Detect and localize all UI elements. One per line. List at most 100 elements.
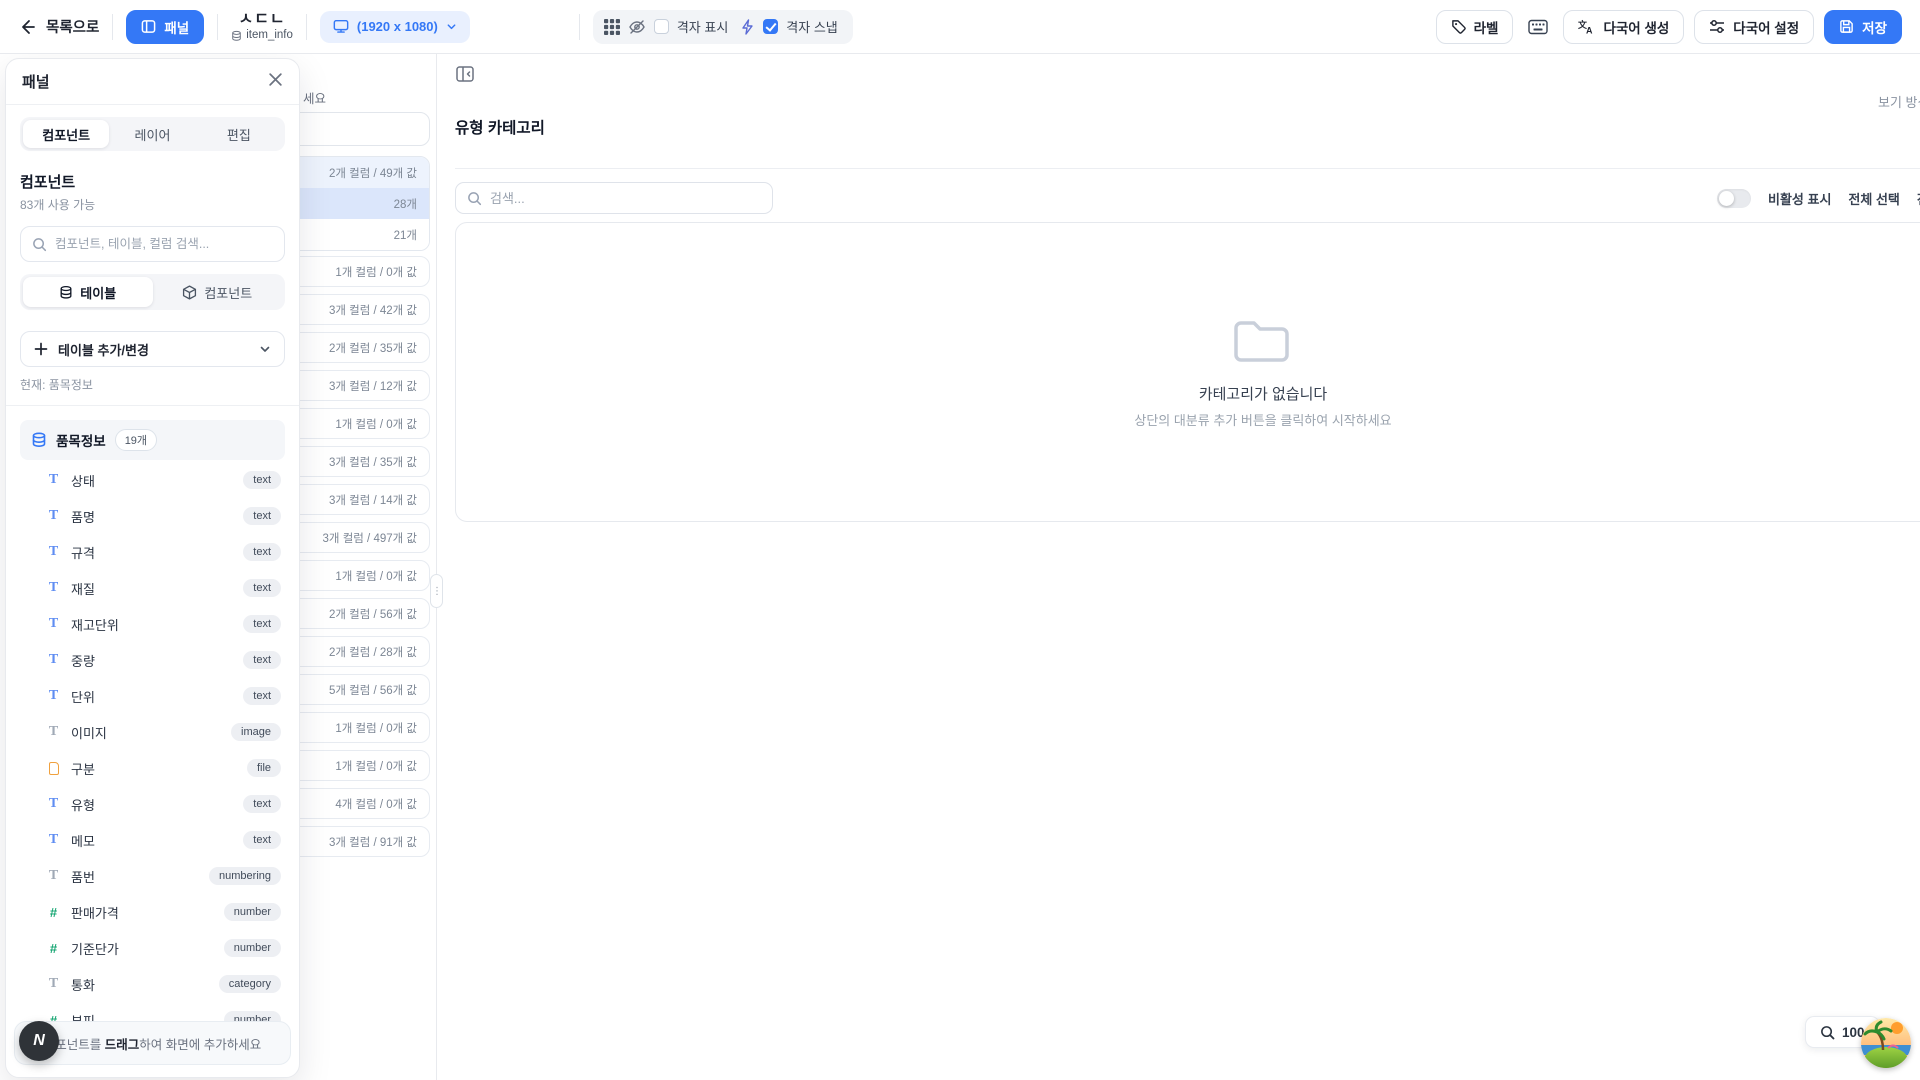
panel-tab-label: 편집	[227, 125, 251, 144]
panel-tab[interactable]: 편집	[196, 120, 282, 148]
add-table-label: 테이블 추가/변경	[58, 340, 149, 359]
close-panel-button[interactable]	[268, 72, 283, 91]
source-tab-component[interactable]: 컴포넌트	[153, 277, 283, 307]
field-label: 판매가격	[71, 903, 119, 922]
table-card-meta: 1개 컬럼 / 0개 값	[335, 264, 417, 280]
text-type-icon: T	[46, 976, 61, 992]
back-to-list-button[interactable]: 목록으로	[18, 16, 99, 37]
table-card-meta: 1개 컬럼 / 0개 값	[335, 758, 417, 774]
back-arrow-icon	[18, 18, 36, 36]
table-card-meta: 1개 컬럼 / 0개 값	[335, 720, 417, 736]
empty-state-subtitle: 상단의 대분류 추가 버튼을 클릭하여 시작하세요	[1134, 410, 1391, 429]
table-card-meta: 1개 컬럼 / 0개 값	[335, 568, 417, 584]
field-type-badge: text	[243, 471, 281, 489]
table-group-row-meta: 21개	[394, 227, 417, 243]
tag-icon	[1451, 19, 1466, 34]
field-type-badge: text	[243, 507, 281, 525]
components-panel: 패널 컴포넌트 레이어 편집 컴포넌트 83개 사용 가능	[5, 58, 300, 1078]
text-type-icon: T	[46, 724, 61, 740]
text-type-icon: T	[46, 580, 61, 596]
field-label: 품명	[71, 507, 95, 526]
field-type-badge: numbering	[209, 867, 281, 885]
main-canvas: 보기 방식 유형 카테고리 비활성 표시 전체 선택 전 카테고리가 없습니다 …	[437, 54, 1920, 1080]
field-row[interactable]: T # 품명 text	[20, 498, 285, 534]
i18n-generate-button[interactable]: 文A 다국어 생성	[1563, 10, 1684, 44]
label-button[interactable]: 라벨	[1436, 10, 1514, 44]
field-type-badge: text	[243, 543, 281, 561]
lightning-icon	[740, 19, 755, 35]
field-type-badge: text	[243, 831, 281, 849]
inactive-toggle[interactable]	[1717, 189, 1751, 208]
select-all-button[interactable]: 전체 선택	[1848, 189, 1899, 208]
grid-show-checkbox[interactable]	[654, 19, 669, 34]
panel-collapse-icon	[455, 64, 475, 84]
add-table-button[interactable]: 테이블 추가/변경	[20, 331, 285, 367]
table-card-meta: 3개 컬럼 / 12개 값	[329, 378, 417, 394]
field-row[interactable]: T # 기준단가 number	[20, 930, 285, 966]
table-group-row-meta: 2개 컬럼 / 49개 값	[329, 165, 417, 181]
collapse-sidebar-button[interactable]	[451, 60, 479, 88]
field-type-badge: text	[243, 795, 281, 813]
database-icon	[31, 432, 47, 448]
field-row[interactable]: T # 규격 text	[20, 534, 285, 570]
field-row[interactable]: T # 단위 text	[20, 678, 285, 714]
category-controls: 비활성 표시 전체 선택 전	[1717, 182, 1920, 214]
folder-icon	[1233, 315, 1293, 363]
components-search-input[interactable]	[55, 237, 273, 251]
magnifier-icon	[1820, 1025, 1835, 1040]
text-type-icon: T	[46, 652, 61, 668]
field-type-badge: text	[243, 651, 281, 669]
source-tab-table[interactable]: 테이블	[23, 277, 153, 307]
text-type-icon: T	[46, 544, 61, 560]
text-type-icon: T	[46, 688, 61, 704]
table-header-row[interactable]: 품목정보 19개	[20, 420, 285, 460]
panel-toggle-button[interactable]: 패널	[126, 10, 204, 44]
grid-snap-checkbox[interactable]	[763, 19, 778, 34]
cube-icon	[182, 285, 197, 300]
island-sticker-badge[interactable]	[1861, 1018, 1911, 1068]
toolbar-separator	[112, 14, 113, 40]
field-row[interactable]: T # 품번 numbering	[20, 858, 285, 894]
i18n-settings-button[interactable]: 다국어 설정	[1694, 10, 1814, 44]
panel-title: 패널	[22, 71, 50, 92]
source-toggle: 테이블 컴포넌트	[20, 274, 285, 310]
field-row[interactable]: T # 판매가격 number	[20, 894, 285, 930]
field-label: 이미지	[71, 723, 107, 742]
table-card-meta: 2개 컬럼 / 56개 값	[329, 606, 417, 622]
grid-snap-label: 격자 스냅	[786, 17, 837, 36]
close-icon	[268, 72, 283, 87]
field-row[interactable]: T # 중량 text	[20, 642, 285, 678]
keyboard-shortcuts-button[interactable]	[1523, 12, 1553, 42]
page-title: 유형 카테고리	[455, 116, 545, 138]
current-table-label: 현재: 품목정보	[20, 376, 285, 393]
field-row[interactable]: T # 구분 file	[20, 750, 285, 786]
panel-tab[interactable]: 레이어	[109, 120, 195, 148]
view-mode-link[interactable]: 보기 방식	[1878, 92, 1920, 111]
field-row[interactable]: T # 상태 text	[20, 462, 285, 498]
field-row[interactable]: T # 이미지 image	[20, 714, 285, 750]
table-card-meta: 5개 컬럼 / 56개 값	[329, 682, 417, 698]
field-row[interactable]: T # 통화 category	[20, 966, 285, 1002]
grid-show-label: 격자 표시	[677, 17, 728, 36]
field-row[interactable]: T # 유형 text	[20, 786, 285, 822]
floating-n-badge[interactable]: N	[19, 1021, 59, 1061]
panel-resize-handle[interactable]: ⋮	[430, 574, 443, 608]
panel-tab-label: 레이어	[135, 125, 171, 144]
i18n-generate-text: 다국어 생성	[1603, 17, 1669, 37]
grid-icon[interactable]	[604, 19, 620, 35]
resolution-selector[interactable]: (1920 x 1080)	[320, 11, 470, 43]
database-icon	[59, 285, 73, 300]
field-row[interactable]: T # 메모 text	[20, 822, 285, 858]
divider	[6, 405, 299, 406]
panel-tab[interactable]: 컴포넌트	[23, 120, 109, 148]
field-row[interactable]: T # 재질 text	[20, 570, 285, 606]
document-title-block: ㅅㄷㄴ item_info	[231, 11, 293, 43]
grid-options-group: 격자 표시 격자 스냅	[593, 10, 853, 44]
text-type-icon: T	[46, 616, 61, 632]
category-search-input[interactable]	[490, 191, 761, 206]
eye-off-icon[interactable]	[628, 18, 646, 36]
table-count-badge: 19개	[115, 429, 157, 451]
save-button[interactable]: 저장	[1824, 10, 1902, 44]
field-row[interactable]: T # 재고단위 text	[20, 606, 285, 642]
keyboard-icon	[1528, 19, 1548, 35]
